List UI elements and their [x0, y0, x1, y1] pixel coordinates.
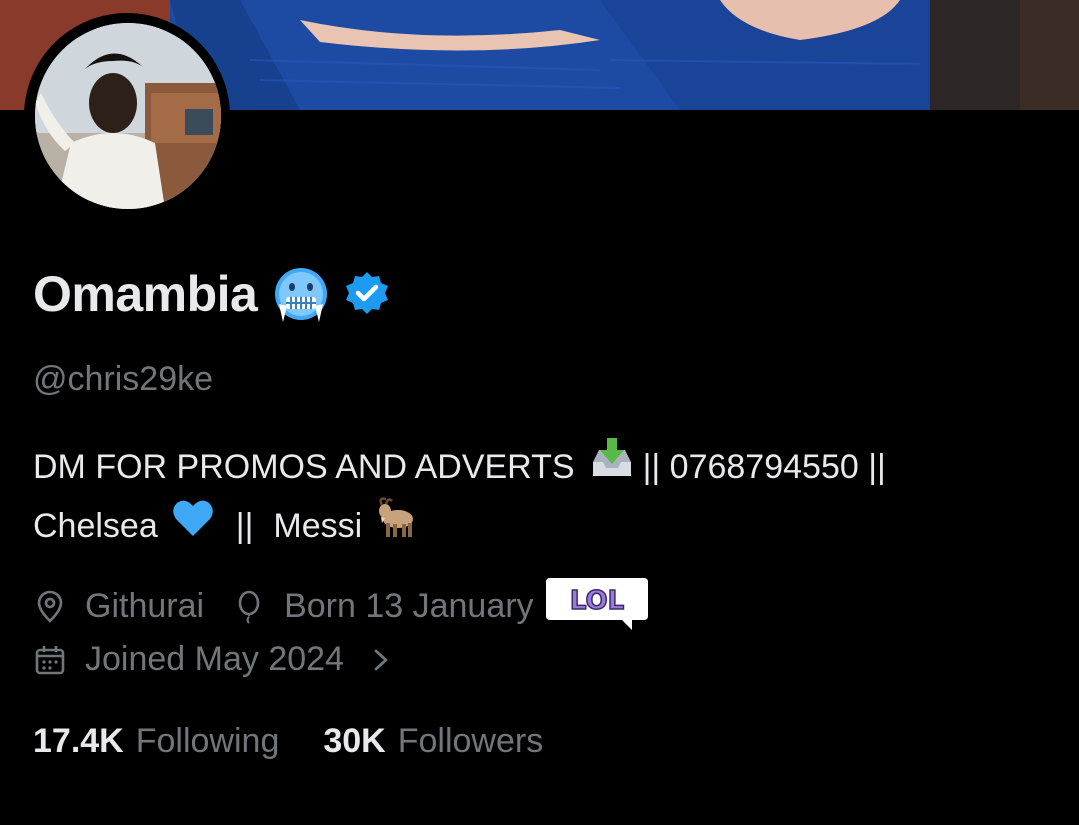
profile-bio: DM FOR PROMOS AND ADVERTS || 0768794550 …	[33, 436, 1053, 554]
followers-link[interactable]: 30K Followers	[323, 722, 543, 761]
bio-promo-text: DM FOR PROMOS AND ADVERTS	[33, 447, 575, 486]
chevron-right-icon[interactable]	[370, 643, 394, 677]
bio-line-1: DM FOR PROMOS AND ADVERTS || 0768794550 …	[33, 436, 1053, 497]
profile-meta-row-2[interactable]: Joined May 2024	[33, 640, 394, 679]
joined-item[interactable]: Joined May 2024	[33, 640, 394, 679]
birthday-text: Born 13 January	[284, 587, 534, 625]
following-count: 17.4K	[33, 722, 124, 760]
bio-separator: ||	[235, 506, 254, 545]
following-label: Following	[135, 722, 280, 760]
lol-sticker: LOL	[542, 572, 652, 641]
birthday-item: Born 13 January LOL	[232, 572, 652, 641]
avatar[interactable]	[35, 23, 221, 209]
blue-heart-emoji-icon	[172, 498, 214, 553]
profile-handle: @chris29ke	[33, 360, 214, 398]
balloon-icon	[232, 590, 266, 624]
verified-badge-icon[interactable]	[343, 270, 391, 318]
profile-meta-row-1: Githurai Born 13 January LOL	[33, 572, 652, 641]
bio-phone: || 0768794550 ||	[642, 447, 886, 486]
location-text: Githurai	[85, 587, 205, 625]
goat-emoji-icon	[376, 497, 422, 554]
joined-text: Joined May 2024	[85, 640, 344, 678]
display-name: Omambia	[33, 266, 258, 322]
bio-player: Messi	[273, 506, 363, 545]
profile-stats: 17.4K Following 30K Followers	[33, 722, 543, 761]
inbox-tray-emoji-icon	[589, 436, 635, 497]
cold-face-emoji-icon	[271, 264, 331, 324]
following-link[interactable]: 17.4K Following	[33, 722, 279, 761]
location-item: Githurai	[33, 587, 204, 626]
followers-count: 30K	[323, 722, 386, 760]
lol-sticker-text: LOL	[569, 586, 623, 616]
bio-club: Chelsea	[33, 506, 158, 545]
followers-label: Followers	[397, 722, 544, 760]
bio-line-2: Chelsea || Messi	[33, 497, 1053, 554]
calendar-icon	[33, 643, 67, 677]
location-pin-icon	[33, 590, 67, 624]
profile-name-row: Omambia	[33, 262, 391, 326]
